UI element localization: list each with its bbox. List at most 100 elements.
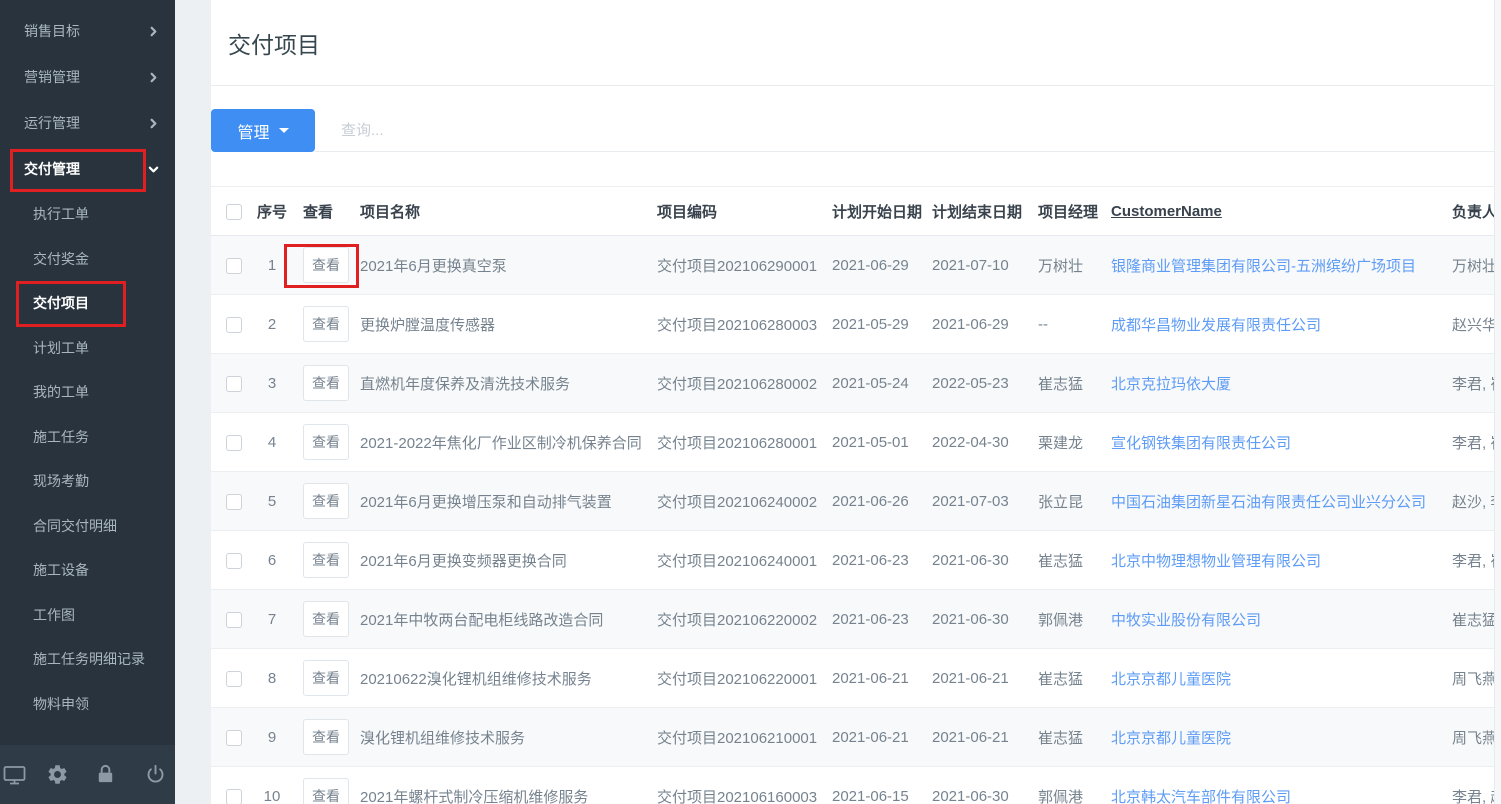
column-header-负责人: 负责人 — [1443, 187, 1501, 236]
plan-start-date: 2021-05-01 — [825, 413, 925, 472]
plan-end-date: 2021-06-21 — [925, 708, 1030, 767]
page-header: 交付项目 — [211, 0, 1501, 86]
customer-link[interactable]: 北京京都儿童医院 — [1111, 730, 1231, 747]
row-checkbox[interactable] — [226, 730, 242, 746]
project-manager: 郭佩港 — [1030, 767, 1103, 804]
view-button[interactable]: 查看 — [303, 306, 349, 342]
project-manager: -- — [1030, 295, 1103, 354]
lock-icon[interactable] — [94, 763, 117, 786]
sidebar-item-label: 营销管理 — [24, 67, 80, 87]
row-checkbox[interactable] — [226, 553, 242, 569]
row-number: 3 — [250, 354, 294, 413]
sidebar-item-销售目标[interactable]: 销售目标 — [0, 8, 175, 54]
customer-link[interactable]: 中国石油集团新星石油有限责任公司业兴分公司 — [1111, 494, 1426, 511]
sidebar-subitem-执行工单[interactable]: 执行工单 — [0, 192, 175, 237]
view-button[interactable]: 查看 — [303, 424, 349, 460]
customer-link[interactable]: 北京克拉玛依大厦 — [1111, 376, 1231, 393]
plan-end-date: 2021-06-21 — [925, 649, 1030, 708]
customer-link[interactable]: 北京韩太汽车部件有限公司 — [1111, 789, 1291, 804]
row-checkbox[interactable] — [226, 789, 242, 804]
sidebar-item-运行管理[interactable]: 运行管理 — [0, 100, 175, 146]
plan-end-date: 2021-06-30 — [925, 767, 1030, 804]
row-checkbox[interactable] — [226, 671, 242, 687]
row-checkbox[interactable] — [226, 494, 242, 510]
row-number: 6 — [250, 531, 294, 590]
owner: 李君, 崔志猛 — [1443, 413, 1501, 472]
sidebar-footer — [0, 745, 175, 804]
row-checkbox[interactable] — [226, 435, 242, 451]
column-header-序号: 序号 — [250, 187, 294, 236]
manage-dropdown-button[interactable]: 管理 — [211, 109, 315, 152]
column-header-计划开始日期: 计划开始日期 — [825, 187, 925, 236]
plan-start-date: 2021-06-26 — [825, 472, 925, 531]
view-button[interactable]: 查看 — [303, 719, 349, 755]
customer-link[interactable]: 银隆商业管理集团有限公司-五洲缤纷广场项目 — [1111, 258, 1416, 275]
select-all-checkbox[interactable] — [226, 204, 242, 220]
view-button[interactable]: 查看 — [303, 778, 349, 804]
project-name: 溴化锂机组维修技术服务 — [352, 708, 650, 767]
project-name: 直燃机年度保养及清洗技术服务 — [352, 354, 650, 413]
project-name: 2021年中牧两台配电柜线路改造合同 — [352, 590, 650, 649]
view-button[interactable]: 查看 — [303, 660, 349, 696]
table-row: 3查看直燃机年度保养及清洗技术服务交付项目2021062800022021-05… — [211, 354, 1501, 413]
sidebar-subitem-物料申领[interactable]: 物料申领 — [0, 682, 175, 727]
row-number: 2 — [250, 295, 294, 354]
project-name: 更换炉膛温度传感器 — [352, 295, 650, 354]
sidebar-subitem-工作图[interactable]: 工作图 — [0, 593, 175, 638]
sidebar-subitem-施工设备[interactable]: 施工设备 — [0, 548, 175, 593]
project-manager: 崔志猛 — [1030, 354, 1103, 413]
toolbar: 管理 — [211, 109, 1501, 152]
view-button[interactable]: 查看 — [303, 365, 349, 401]
power-icon[interactable] — [144, 763, 167, 786]
scrollbar[interactable] — [1494, 0, 1501, 804]
customer-link[interactable]: 成都华昌物业发展有限责任公司 — [1111, 317, 1321, 334]
row-checkbox[interactable] — [226, 317, 242, 333]
display-icon[interactable] — [2, 763, 27, 787]
column-header-计划结束日期: 计划结束日期 — [925, 187, 1030, 236]
sidebar-nav-sub: 执行工单交付奖金交付项目计划工单我的工单施工任务现场考勤合同交付明细施工设备工作… — [0, 192, 175, 726]
row-number: 5 — [250, 472, 294, 531]
sidebar-subitem-交付奖金[interactable]: 交付奖金 — [0, 237, 175, 282]
view-button[interactable]: 查看 — [303, 483, 349, 519]
manage-button-label: 管理 — [237, 119, 269, 143]
sidebar-item-label: 交付管理 — [24, 159, 80, 179]
settings-gear-icon[interactable] — [46, 763, 69, 786]
project-name: 2021年6月更换变频器更换合同 — [352, 531, 650, 590]
search-input[interactable] — [315, 109, 1501, 152]
sidebar-subitem-我的工单[interactable]: 我的工单 — [0, 370, 175, 415]
sidebar-subitem-交付项目[interactable]: 交付项目 — [0, 281, 175, 326]
row-number: 7 — [250, 590, 294, 649]
projects-table: 序号查看项目名称项目编码计划开始日期计划结束日期项目经理CustomerName… — [211, 186, 1501, 804]
column-header-CustomerName[interactable]: CustomerName — [1103, 187, 1443, 236]
customer-link[interactable]: 宣化钢铁集团有限责任公司 — [1111, 435, 1291, 452]
caret-down-icon — [279, 128, 289, 133]
plan-start-date: 2021-06-21 — [825, 708, 925, 767]
customer-link[interactable]: 中牧实业股份有限公司 — [1111, 612, 1261, 629]
project-name: 20210622溴化锂机组维修技术服务 — [352, 649, 650, 708]
sidebar-subitem-施工任务明细记录[interactable]: 施工任务明细记录 — [0, 637, 175, 682]
plan-start-date: 2021-06-15 — [825, 767, 925, 804]
table-row: 2查看更换炉膛温度传感器交付项目2021062800032021-05-2920… — [211, 295, 1501, 354]
sidebar-item-营销管理[interactable]: 营销管理 — [0, 54, 175, 100]
project-manager: 张立昆 — [1030, 472, 1103, 531]
project-code: 交付项目202106240002 — [650, 472, 825, 531]
row-checkbox[interactable] — [226, 376, 242, 392]
view-button[interactable]: 查看 — [303, 542, 349, 578]
sidebar-subitem-计划工单[interactable]: 计划工单 — [0, 326, 175, 371]
view-button[interactable]: 查看 — [303, 601, 349, 637]
view-button[interactable]: 查看 — [303, 247, 349, 283]
sidebar-subitem-施工任务[interactable]: 施工任务 — [0, 415, 175, 460]
sidebar-subitem-合同交付明细[interactable]: 合同交付明细 — [0, 504, 175, 549]
plan-end-date: 2021-06-30 — [925, 590, 1030, 649]
table-row: 7查看2021年中牧两台配电柜线路改造合同交付项目202106220002202… — [211, 590, 1501, 649]
project-manager: 郭佩港 — [1030, 590, 1103, 649]
row-checkbox[interactable] — [226, 612, 242, 628]
customer-link[interactable]: 北京中物理想物业管理有限公司 — [1111, 553, 1321, 570]
plan-start-date: 2021-05-29 — [825, 295, 925, 354]
sidebar-subitem-现场考勤[interactable]: 现场考勤 — [0, 459, 175, 504]
row-checkbox[interactable] — [226, 258, 242, 274]
sidebar-item-交付管理[interactable]: 交付管理 — [0, 146, 175, 192]
row-number: 10 — [250, 767, 294, 804]
customer-link[interactable]: 北京京都儿童医院 — [1111, 671, 1231, 688]
table-header-row: 序号查看项目名称项目编码计划开始日期计划结束日期项目经理CustomerName… — [211, 187, 1501, 236]
